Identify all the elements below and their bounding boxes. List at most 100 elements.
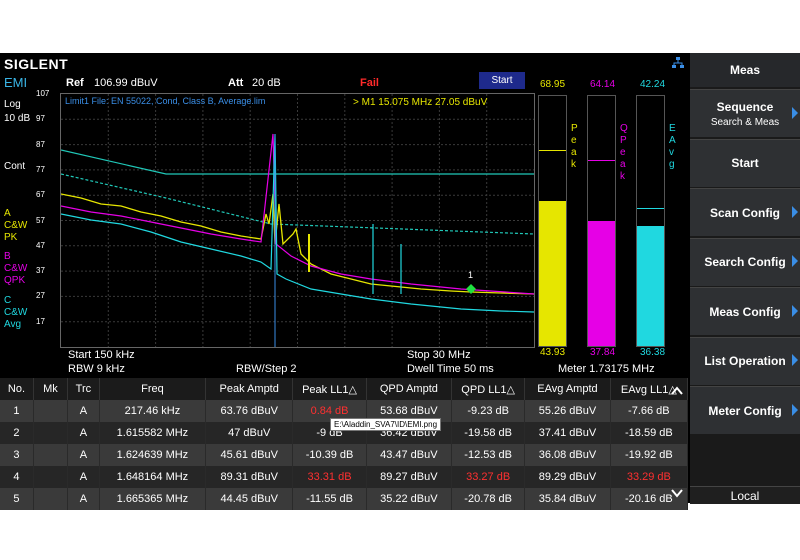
chevron-right-icon [792, 304, 798, 317]
table-cell: 44.45 dBuV [205, 488, 294, 510]
table-cell: A [67, 466, 100, 488]
column-header[interactable]: Trc [67, 378, 100, 400]
meter-eavg-value: 42.24 [640, 79, 666, 90]
table-cell: -9.23 dB [451, 400, 526, 422]
table-cell: 33.27 dB [451, 466, 526, 488]
ref-label: Ref [66, 77, 84, 89]
softkey-label: Start [731, 156, 759, 170]
trace-c-info[interactable]: C C&W Avg [4, 295, 27, 331]
column-header[interactable]: EAvg Amptd [524, 378, 611, 400]
table-cell [33, 400, 68, 422]
softkey-label: Search Config [704, 255, 786, 269]
softkey-label: Sequence [716, 99, 774, 114]
y-tick-label: 27 [36, 291, 45, 301]
y-tick-label: 17 [36, 316, 45, 326]
status-fail: Fail [360, 77, 379, 89]
meter-eavg-label: EAvg [669, 123, 676, 170]
meter-frequency: Meter 1.73175 MHz [558, 363, 655, 375]
y-tick-label: 67 [36, 190, 45, 200]
start-button[interactable]: Start [479, 72, 525, 89]
column-header[interactable]: Freq [99, 378, 206, 400]
table-cell: -7.66 dB [610, 400, 689, 422]
table-cell [33, 466, 68, 488]
meter-eavg-fill [637, 226, 664, 346]
table-cell [33, 422, 68, 444]
trace-c-type: C&W [4, 307, 28, 318]
table-cell: 45.61 dBuV [205, 444, 294, 466]
table-cell: 1.624639 MHz [99, 444, 206, 466]
softkey-label: List Operation [704, 354, 786, 368]
softkey-label: Meas Config [709, 304, 781, 319]
softkey-label: Scan Config [709, 205, 780, 220]
table-cell: 35.84 dBuV [524, 488, 611, 510]
results-table[interactable]: No. Mk Trc Freq Peak Amptd Peak LL1△ QPD Amptd… [0, 378, 689, 510]
table-cell: -11.55 dB [292, 488, 367, 510]
ref-value: 106.99 dBuV [94, 77, 158, 89]
table-cell: -19.58 dB [451, 422, 526, 444]
table-cell: 36.08 dBuV [524, 444, 611, 466]
softkey-search-config[interactable]: Search Config [690, 237, 800, 286]
column-header[interactable]: QPD LL1△ [451, 378, 526, 400]
softkey-start[interactable]: Start [690, 138, 800, 187]
trace-a-letter: A [4, 208, 11, 219]
sweep-mode: Cont [4, 161, 26, 172]
column-header[interactable]: Peak Amptd [205, 378, 294, 400]
softkey-sublabel: Search & Meas [710, 116, 780, 128]
meter-qpeak-bar [587, 95, 616, 347]
table-cell: A [67, 400, 100, 422]
meter-qpeak-label: QPeak [620, 123, 628, 182]
meter-peak-bottom: 43.93 [540, 347, 566, 358]
table-cell: 1.648164 MHz [99, 466, 206, 488]
trace-b-info[interactable]: B C&W QPK [4, 251, 27, 287]
mode-label: EMI [4, 75, 28, 90]
chevron-right-icon [792, 403, 798, 416]
table-cell: 3 [0, 444, 34, 466]
table-row[interactable]: 3 A 1.624639 MHz 45.61 dBuV -10.39 dB 43.47 d… [0, 444, 689, 466]
table-cell: -19.92 dB [610, 444, 689, 466]
local-label: Local [730, 488, 760, 503]
file-path-tooltip: E:\Aladdin_SVA7\ID\EMI.png [330, 418, 442, 431]
table-row[interactable]: 4 A 1.648164 MHz 89.31 dBuV 33.31 dB 89.27 dB… [0, 466, 689, 488]
softkey-title: Meas [690, 53, 800, 87]
table-cell: 63.76 dBuV [205, 400, 294, 422]
meter-peak-hold [539, 150, 566, 151]
trace-c-letter: C [4, 295, 12, 306]
marker-readout: > M1 15.075 MHz 27.05 dBuV [353, 97, 488, 108]
trace-a-info[interactable]: A C&W PK [4, 208, 27, 244]
table-row[interactable]: 5 A 1.665365 MHz 44.45 dBuV -11.55 dB 35.22 d… [0, 488, 689, 510]
table-cell: 55.26 dBuV [524, 400, 611, 422]
y-tick-label: 37 [36, 266, 45, 276]
table-cell: A [67, 444, 100, 466]
trace-a-type: C&W [4, 220, 28, 231]
softkey-label: Meter Config [708, 403, 782, 418]
column-header[interactable]: Peak LL1△ [292, 378, 367, 400]
softkey-sequence[interactable]: Sequence Search & Meas [690, 89, 800, 137]
table-cell: A [67, 488, 100, 510]
table-cell: 43.47 dBuV [366, 444, 453, 466]
table-header: No. Mk Trc Freq Peak Amptd Peak LL1△ QPD Amptd… [0, 378, 689, 400]
column-header[interactable]: No. [0, 378, 34, 400]
local-button[interactable]: Local [690, 486, 800, 504]
table-cell: -10.39 dB [292, 444, 367, 466]
spectrum-plot[interactable]: Limit1 File: EN 55022, Cond, Class B, Av… [60, 93, 535, 348]
trace-c-detector: Avg [4, 319, 22, 330]
y-tick-label: 87 [36, 139, 45, 149]
dwell-time: Dwell Time 50 ms [407, 363, 494, 375]
meter-qpeak-value: 64.14 [590, 79, 616, 90]
column-header[interactable]: QPD Amptd [366, 378, 453, 400]
column-header[interactable]: Mk [33, 378, 68, 400]
softkey-list-operation[interactable]: List Operation [690, 336, 800, 385]
table-cell: 1.665365 MHz [99, 488, 206, 510]
marker-label: 1 [468, 270, 474, 280]
softkey-scan-config[interactable]: Scan Config [690, 188, 800, 236]
softkey-meas-config[interactable]: Meas Config [690, 287, 800, 335]
trace-b-detector: QPK [4, 275, 26, 286]
y-tick-label: 97 [36, 114, 45, 124]
table-cell: 89.29 dBuV [524, 466, 611, 488]
scroll-up-icon[interactable] [671, 383, 683, 395]
scroll-down-icon[interactable] [671, 485, 683, 498]
chevron-right-icon [792, 205, 798, 218]
softkey-meter-config[interactable]: Meter Config [690, 386, 800, 434]
table-cell: 47 dBuV [205, 422, 294, 444]
table-cell [33, 444, 68, 466]
